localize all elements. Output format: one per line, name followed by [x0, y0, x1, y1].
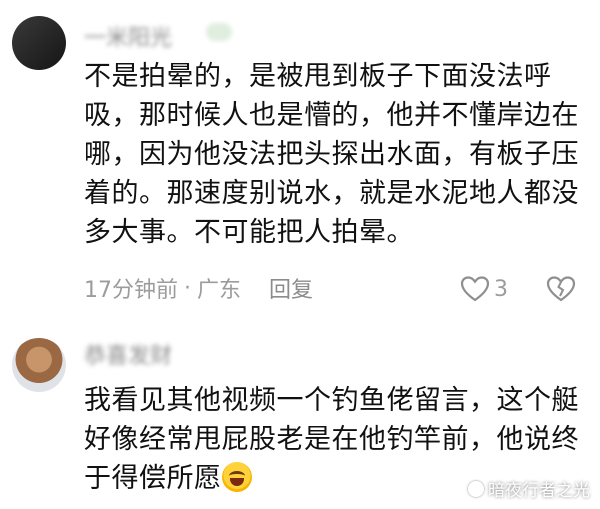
- comment-location: 广东: [197, 278, 242, 303]
- avatar[interactable]: [12, 16, 66, 70]
- comment-time: 17分钟前: [84, 278, 178, 303]
- watermark-text: 暗夜行者之光: [488, 481, 590, 501]
- comment-meta: 17分钟前 · 广东 回复: [84, 272, 313, 304]
- avatar[interactable]: [12, 338, 66, 392]
- comment-text: 不是拍晕的，是被甩到板子下面没法呼吸，那时候人也是懵的，他并不懂岸边在哪，因为他…: [84, 61, 579, 248]
- like-count: 3: [494, 276, 508, 302]
- username[interactable]: 恭喜发财: [84, 338, 172, 370]
- user-badge-icon: [206, 23, 232, 41]
- broken-heart-icon[interactable]: [546, 274, 576, 304]
- like-button[interactable]: 3: [460, 274, 508, 304]
- reply-button[interactable]: 回复: [269, 272, 313, 304]
- rolling-laughing-emoji-icon: [221, 462, 252, 492]
- heart-icon: [460, 276, 490, 302]
- watermark-logo-icon: [468, 480, 484, 497]
- watermark: 暗夜行者之光: [468, 476, 590, 501]
- comment-item: 一米阳光 不是拍晕的，是被甩到板子下面没法呼吸，那时候人也是懵的，他并不懂岸边在…: [0, 0, 600, 318]
- meta-separator: ·: [184, 275, 191, 301]
- username[interactable]: 一米阳光: [84, 20, 172, 52]
